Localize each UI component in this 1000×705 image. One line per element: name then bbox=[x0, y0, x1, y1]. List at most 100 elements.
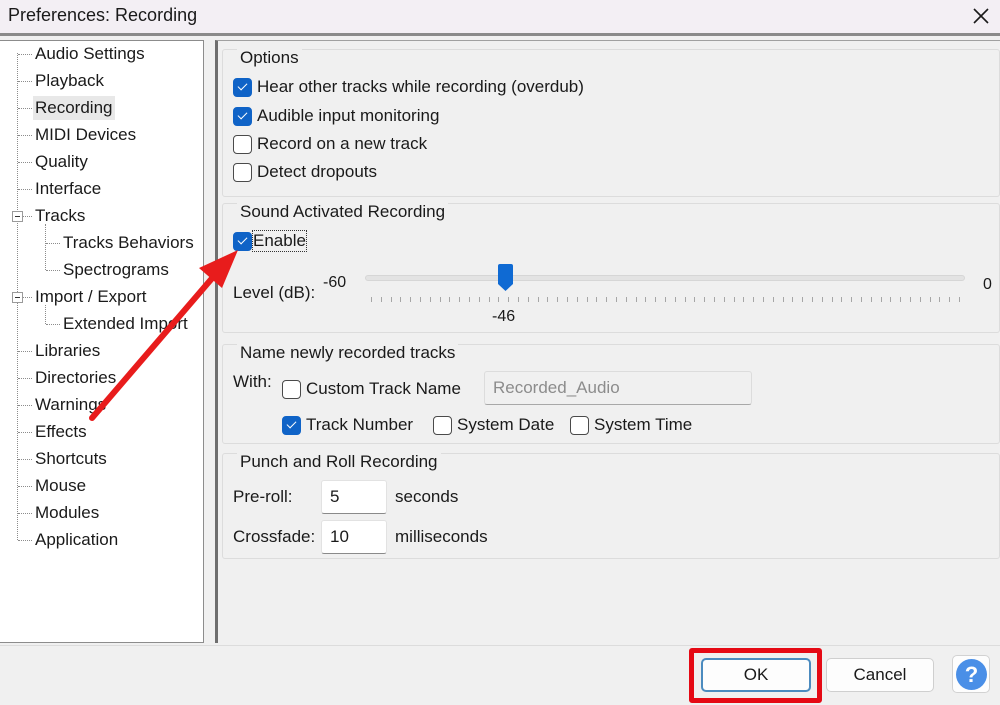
tree-line bbox=[18, 540, 32, 541]
tree-line bbox=[18, 54, 32, 55]
slider-tick bbox=[723, 297, 725, 302]
slider-tick bbox=[420, 297, 421, 302]
sound-activated-group-title: Sound Activated Recording bbox=[237, 202, 449, 222]
system-time-checkbox[interactable]: System Time bbox=[570, 415, 692, 435]
tree-line bbox=[18, 486, 32, 487]
slider-tick bbox=[890, 297, 892, 302]
help-icon: ? bbox=[956, 659, 987, 690]
tree-item-tracks[interactable]: Tracks bbox=[35, 204, 85, 228]
tree-line bbox=[18, 513, 32, 514]
tree-item-quality[interactable]: Quality bbox=[35, 150, 88, 174]
tree-line bbox=[46, 324, 60, 325]
crossfade-input[interactable] bbox=[321, 520, 387, 554]
collapse-icon[interactable] bbox=[12, 211, 23, 222]
record-new-track-checkbox[interactable]: Record on a new track bbox=[233, 134, 427, 154]
audible-monitoring-checkbox[interactable]: Audible input monitoring bbox=[233, 106, 439, 126]
crossfade-label: Crossfade: bbox=[233, 527, 316, 546]
slider-tick bbox=[714, 297, 715, 302]
tree-item-import-export[interactable]: Import / Export bbox=[35, 285, 146, 309]
punch-roll-group: Punch and Roll Recording Pre-roll: secon… bbox=[222, 452, 1000, 559]
close-icon[interactable] bbox=[968, 3, 994, 29]
slider-tick bbox=[949, 297, 951, 302]
tree-item-interface[interactable]: Interface bbox=[35, 177, 101, 201]
slider-tick bbox=[586, 297, 588, 302]
overdub-checkbox[interactable]: Hear other tracks while recording (overd… bbox=[233, 77, 584, 97]
slider-tick bbox=[390, 297, 392, 302]
slider-tick bbox=[429, 297, 431, 302]
tree-item-shortcuts[interactable]: Shortcuts bbox=[35, 447, 107, 471]
enable-label: Enable bbox=[252, 230, 307, 252]
slider-track[interactable] bbox=[365, 275, 965, 281]
tree-item-spectrograms[interactable]: Spectrograms bbox=[63, 258, 169, 282]
tree-item-tracks-behaviors[interactable]: Tracks Behaviors bbox=[63, 231, 194, 255]
slider-tick bbox=[439, 297, 441, 302]
system-time-label: System Time bbox=[594, 415, 693, 434]
crossfade-unit: milliseconds bbox=[395, 527, 488, 546]
tree-item-recording[interactable]: Recording bbox=[33, 96, 115, 120]
slider-tick bbox=[704, 297, 706, 302]
tree-item-warnings[interactable]: Warnings bbox=[35, 393, 106, 417]
slider-tick bbox=[547, 297, 549, 302]
checkbox-box bbox=[570, 415, 589, 435]
slider-tick bbox=[870, 297, 872, 302]
tree-item-mouse[interactable]: Mouse bbox=[35, 474, 86, 498]
tree-line bbox=[18, 351, 32, 352]
preroll-input[interactable] bbox=[321, 480, 387, 514]
tree-line bbox=[46, 270, 60, 271]
dialog-body: Audio Settings Playback Recording MIDI Devi… bbox=[0, 36, 1000, 705]
slider-thumb[interactable] bbox=[497, 264, 514, 292]
record-new-track-label: Record on a new track bbox=[257, 134, 428, 153]
slider-tick bbox=[645, 297, 647, 302]
slider-tick bbox=[567, 297, 568, 302]
slider-tick bbox=[939, 297, 941, 302]
tree-line bbox=[18, 378, 32, 379]
tree-item-application[interactable]: Application bbox=[35, 528, 118, 552]
slider-tick bbox=[792, 297, 794, 302]
help-button[interactable]: ? bbox=[952, 655, 990, 693]
tree-line bbox=[45, 224, 46, 270]
slider-tick bbox=[449, 297, 451, 302]
checkbox-box bbox=[433, 415, 452, 435]
level-label: Level (dB): bbox=[233, 283, 316, 302]
tree-line bbox=[18, 432, 32, 433]
slider-tick bbox=[733, 297, 735, 302]
slider-tick bbox=[772, 297, 774, 302]
ok-button[interactable]: OK bbox=[701, 658, 811, 692]
slider-tick bbox=[410, 297, 412, 302]
slider-tick bbox=[635, 297, 637, 302]
tree-item-effects[interactable]: Effects bbox=[35, 420, 87, 444]
custom-track-name-checkbox[interactable]: Custom Track Name bbox=[282, 379, 461, 399]
tree-item-playback[interactable]: Playback bbox=[35, 69, 104, 93]
tree-line bbox=[18, 135, 32, 136]
slider-tick bbox=[508, 297, 510, 302]
tree-item-libraries[interactable]: Libraries bbox=[35, 339, 100, 363]
category-tree[interactable]: Audio Settings Playback Recording MIDI Devi… bbox=[0, 40, 204, 643]
slider-tick bbox=[694, 297, 696, 302]
tree-item-modules[interactable]: Modules bbox=[35, 501, 99, 525]
tree-line bbox=[46, 243, 60, 244]
slider-tick bbox=[861, 297, 862, 302]
tree-item-extended-import[interactable]: Extended Import bbox=[63, 312, 188, 336]
system-date-checkbox[interactable]: System Date bbox=[433, 415, 554, 435]
tree-item-directories[interactable]: Directories bbox=[35, 366, 116, 390]
slider-tick bbox=[527, 297, 529, 302]
custom-track-name-input[interactable] bbox=[484, 371, 752, 405]
slider-tick bbox=[557, 297, 559, 302]
track-number-checkbox[interactable]: Track Number bbox=[282, 415, 413, 435]
checkbox-box bbox=[233, 162, 252, 182]
slider-tick bbox=[469, 297, 470, 302]
level-slider[interactable] bbox=[365, 264, 965, 314]
slider-tick bbox=[782, 297, 784, 302]
cancel-button[interactable]: Cancel bbox=[826, 658, 934, 692]
recording-settings-panel: Options Hear other tracks while recordin… bbox=[215, 40, 1000, 643]
overdub-label: Hear other tracks while recording (overd… bbox=[257, 77, 584, 96]
slider-max-label: 0 bbox=[983, 276, 992, 293]
tree-line bbox=[18, 81, 32, 82]
collapse-icon[interactable] bbox=[12, 292, 23, 303]
tree-item-audio-settings[interactable]: Audio Settings bbox=[35, 42, 145, 66]
detect-dropouts-checkbox[interactable]: Detect dropouts bbox=[233, 162, 377, 182]
sound-activated-enable-checkbox[interactable]: Enable bbox=[233, 230, 307, 252]
slider-tick bbox=[919, 297, 921, 302]
tree-item-midi-devices[interactable]: MIDI Devices bbox=[35, 123, 136, 147]
slider-tick bbox=[684, 297, 686, 302]
